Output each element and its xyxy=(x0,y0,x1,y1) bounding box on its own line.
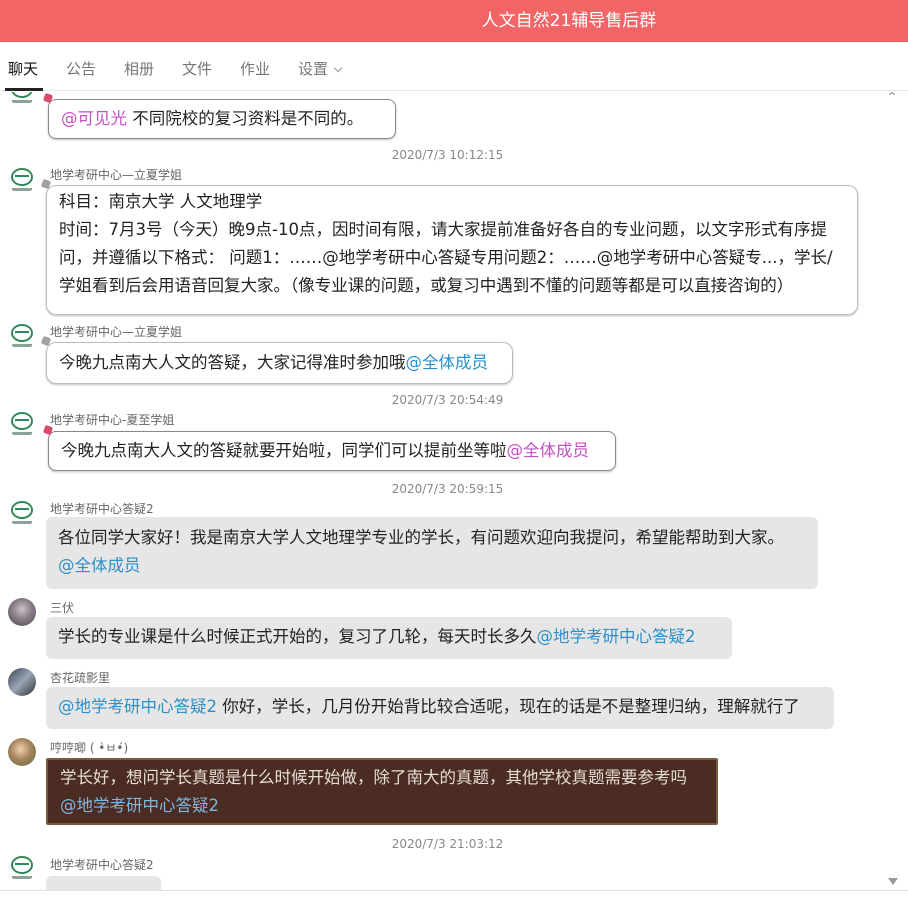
sender-name: 地学考研中心答疑2 xyxy=(50,858,154,872)
message-bubble: 学长好，想问学长真题是什么时候开始做，除了南大的真题，其他学校真题需要参考吗 @… xyxy=(46,758,718,825)
message-text: 你好，学长，几月份开始背比较合适呢，现在的话是不是整理归纳，理解就行了 xyxy=(217,697,800,716)
tab-album[interactable]: 相册 xyxy=(124,58,154,79)
mention[interactable]: @地学考研中心答疑2 xyxy=(537,627,696,646)
mention[interactable]: @全体成员 xyxy=(406,353,489,372)
timestamp: 2020/7/3 20:59:15 xyxy=(391,482,504,496)
input-toolbar xyxy=(0,890,908,904)
message-text: 不同院校的复习资料是不同的。 xyxy=(127,109,364,128)
sender-name: 三伏 xyxy=(50,601,75,615)
tab-files[interactable]: 文件 xyxy=(182,58,212,79)
tab-settings-label: 设置 xyxy=(298,60,329,78)
avatar[interactable] xyxy=(8,92,36,106)
avatar[interactable] xyxy=(8,166,36,194)
mention[interactable]: @全体成员 xyxy=(58,552,806,580)
sender-name: 杏花疏影里 xyxy=(50,671,111,685)
mention[interactable]: @全体成员 xyxy=(507,441,590,460)
message-bubble: @可见光 不同院校的复习资料是不同的。 xyxy=(48,99,396,139)
message-text: 各位同学大家好！我是南京大学人文地理学专业的学长，有问题欢迎向我提问，希望能帮助… xyxy=(58,528,784,547)
avatar[interactable] xyxy=(8,668,36,696)
active-tab-indicator xyxy=(5,88,43,91)
message-text: 学长的专业课是什么时候正式开始的，复习了几轮，每天时长多久 xyxy=(58,627,537,646)
sender-name: 地学考研中心—立夏学姐 xyxy=(50,325,183,339)
message-line: 科目：南京大学 人文地理学 xyxy=(59,192,263,211)
avatar[interactable] xyxy=(8,499,36,527)
avatar[interactable] xyxy=(8,738,36,766)
chevron-down-icon xyxy=(333,63,343,73)
title-bar: 人文自然21辅导售后群 xyxy=(0,0,908,42)
mention[interactable]: @可见光 xyxy=(61,109,127,128)
tab-announcement[interactable]: 公告 xyxy=(66,58,96,79)
message-bubble xyxy=(46,876,161,890)
avatar[interactable] xyxy=(8,410,36,438)
message-text: 学长好，想问学长真题是什么时候开始做，除了南大的真题，其他学校真题需要参考吗 xyxy=(60,768,687,787)
avatar[interactable] xyxy=(8,322,36,350)
sender-name: 哼哼唧 ( •̀ㅂ•́) xyxy=(50,741,129,755)
timestamp: 2020/7/3 10:12:15 xyxy=(391,148,504,162)
tab-homework[interactable]: 作业 xyxy=(240,58,270,79)
message-bubble: @地学考研中心答疑2 你好，学长，几月份开始背比较合适呢，现在的话是不是整理归纳… xyxy=(46,687,834,729)
chat-area[interactable]: @可见光 不同院校的复习资料是不同的。 2020/7/3 10:12:15 地学… xyxy=(0,92,908,890)
timestamp: 2020/7/3 21:03:12 xyxy=(391,837,504,851)
sender-name: 地学考研中心—立夏学姐 xyxy=(50,168,183,182)
tab-chat[interactable]: 聊天 xyxy=(8,58,38,79)
tab-settings[interactable]: 设置 xyxy=(298,58,343,79)
message-bubble: 学长的专业课是什么时候正式开始的，复习了几轮，每天时长多久@地学考研中心答疑2 xyxy=(46,617,732,659)
message-bubble: 今晚九点南大人文的答疑就要开始啦，同学们可以提前坐等啦@全体成员 xyxy=(48,431,616,471)
message-line: 问，并遵循以下格式： 问题1：……@地学考研中心答疑专用问题2：……@地学考研中… xyxy=(59,248,833,267)
scroll-down-icon[interactable] xyxy=(888,878,898,885)
avatar[interactable] xyxy=(8,598,36,626)
message-bubble: 各位同学大家好！我是南京大学人文地理学专业的学长，有问题欢迎向我提问，希望能帮助… xyxy=(46,517,818,589)
avatar[interactable] xyxy=(8,854,36,882)
message-text: 今晚九点南大人文的答疑，大家记得准时参加哦 xyxy=(59,353,406,372)
mention[interactable]: @地学考研中心答疑2 xyxy=(60,792,704,820)
message-line: 时间：7月3号（今天）晚9点-10点，因时间有限，请大家提前准备好各自的专业问题… xyxy=(59,220,827,239)
sender-name: 地学考研中心-夏至学姐 xyxy=(50,413,175,427)
message-text: 今晚九点南大人文的答疑就要开始啦，同学们可以提前坐等啦 xyxy=(61,441,507,460)
tab-bar: 聊天 公告 相册 文件 作业 设置 xyxy=(0,42,908,91)
message-bubble: 今晚九点南大人文的答疑，大家记得准时参加哦@全体成员 xyxy=(46,342,513,384)
message-line: 学姐看到后会用语音回复大家。（像专业课的问题，或复习中遇到不懂的问题等都是可以直… xyxy=(59,276,794,295)
sender-name: 地学考研中心答疑2 xyxy=(50,502,154,516)
timestamp: 2020/7/3 20:54:49 xyxy=(391,393,504,407)
message-bubble: 科目：南京大学 人文地理学 时间：7月3号（今天）晚9点-10点，因时间有限，请… xyxy=(46,185,858,315)
window-title: 人文自然21辅导售后群 xyxy=(481,11,657,31)
mention[interactable]: @地学考研中心答疑2 xyxy=(58,697,217,716)
